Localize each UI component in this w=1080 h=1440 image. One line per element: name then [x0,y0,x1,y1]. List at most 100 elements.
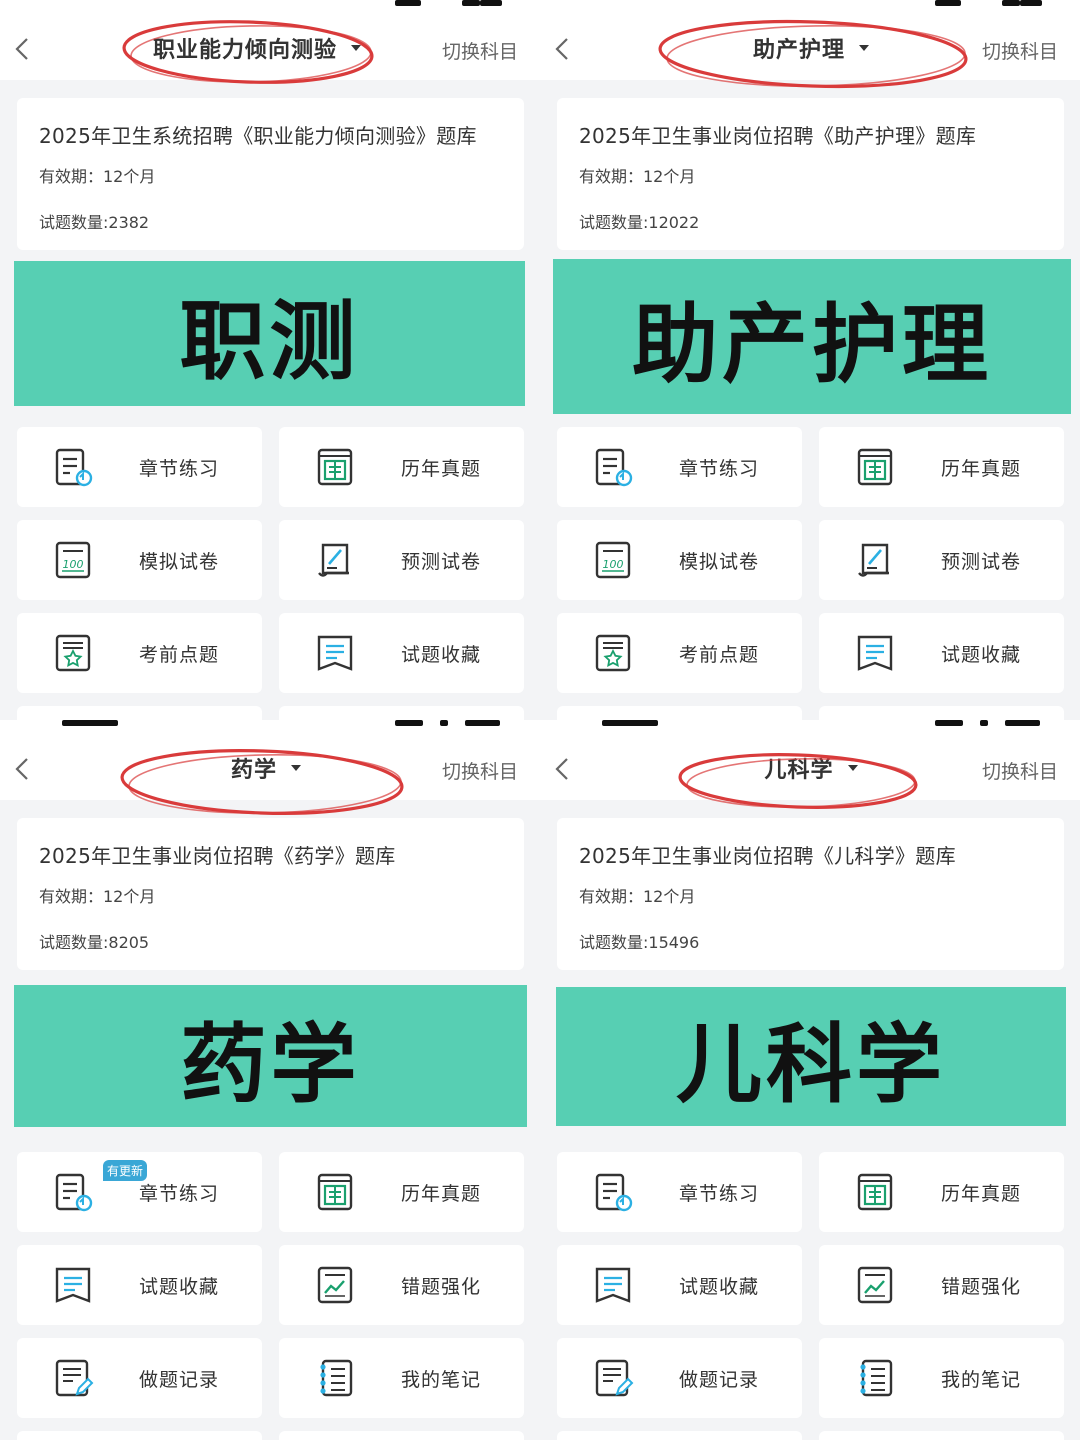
past-exam-icon [317,1173,353,1211]
question-bank-title: 2025年卫生事业岗位招聘《药学》题库 [39,844,396,868]
menu-item-wrong-question[interactable]: 错题强化 [819,1245,1064,1325]
chapter-practice-icon [55,448,93,487]
menu-item-chapter-practice[interactable]: 章节练习 [557,427,802,507]
status-bar-fragment [0,0,540,16]
subject-selector[interactable]: 助产护理 [651,16,971,80]
menu-item-cutoff [17,706,262,720]
validity-period: 有效期：12个月 [39,167,156,186]
nav-header: 药学 切换科目 [0,736,540,800]
bookmark-icon [55,1267,91,1303]
mock-paper-icon [55,541,91,579]
subject-title: 职业能力倾向测验 [152,38,337,63]
app-panel-1: 职业能力倾向测验 切换科目 2025年卫生系统招聘《职业能力倾向测验》题库 有效… [0,0,540,720]
menu-item-label: 试题收藏 [401,644,482,666]
menu-item-mock-paper[interactable]: 模拟试卷 [557,520,802,600]
wrong-question-icon [857,1266,893,1304]
switch-subject-button[interactable]: 切换科目 [442,37,518,64]
menu-item-cutoff [557,1431,802,1440]
menu-item-label: 我的笔记 [401,1369,482,1391]
subject-selector[interactable]: 儿科学 [651,736,971,800]
menu-item-bookmark[interactable]: 试题收藏 [279,613,524,693]
status-bar-glyph [480,0,502,6]
menu-item-notes[interactable]: 我的笔记 [819,1338,1064,1418]
question-bank-info-card[interactable]: 2025年卫生事业岗位招聘《助产护理》题库 有效期：12个月 试题数量:1202… [557,98,1064,250]
subject-title: 药学 [230,758,277,783]
menu-item-label: 章节练习 [679,1183,760,1205]
menu-item-past-exam[interactable]: 历年真题 [819,1152,1064,1232]
menu-item-pre-exam-tips[interactable]: 考前点题 [17,613,262,693]
status-bar-glyph [395,0,421,6]
subject-banner-text: 职测 [179,292,360,392]
caret-down-icon [351,45,361,51]
status-bar-fragment [0,720,540,736]
switch-subject-button[interactable]: 切换科目 [982,37,1058,64]
status-bar-glyph [462,0,480,6]
app-panel-4: 儿科学 切换科目 2025年卫生事业岗位招聘《儿科学》题库 有效期：12个月 试… [540,720,1080,1440]
question-count: 试题数量:2382 [39,213,150,232]
menu-item-chapter-practice[interactable]: 章节练习 [17,427,262,507]
caret-down-icon [859,45,869,51]
menu-item-past-exam[interactable]: 历年真题 [279,427,524,507]
menu-item-practice-record[interactable]: 做题记录 [557,1338,802,1418]
menu-item-label: 试题收藏 [139,1276,220,1298]
menu-item-prediction-paper[interactable]: 预测试卷 [279,520,524,600]
bookmark-icon [857,635,893,671]
menu-item-bookmark[interactable]: 试题收藏 [557,1245,802,1325]
back-arrow-icon[interactable] [550,756,576,782]
menu-item-label: 章节练习 [679,458,760,480]
notes-icon [319,1359,353,1397]
menu-item-past-exam[interactable]: 历年真题 [819,427,1064,507]
question-bank-info-card[interactable]: 2025年卫生事业岗位招聘《儿科学》题库 有效期：12个月 试题数量:15496 [557,818,1064,970]
menu-item-cutoff [557,706,802,720]
back-arrow-icon[interactable] [10,36,36,62]
menu-item-mock-paper[interactable]: 模拟试卷 [17,520,262,600]
status-bar-glyph [1002,0,1020,6]
practice-record-icon [55,1359,94,1397]
back-arrow-icon[interactable] [550,36,576,62]
prediction-paper-icon [317,543,351,577]
bookmark-icon [317,635,353,671]
menu-item-prediction-paper[interactable]: 预测试卷 [819,520,1064,600]
question-bank-info-card[interactable]: 2025年卫生系统招聘《职业能力倾向测验》题库 有效期：12个月 试题数量:23… [17,98,524,250]
menu-item-past-exam[interactable]: 历年真题 [279,1152,524,1232]
menu-item-chapter-practice[interactable]: 章节练习 [557,1152,802,1232]
past-exam-icon [317,448,353,486]
menu-item-cutoff [819,706,1064,720]
menu-item-cutoff [819,1431,1064,1440]
chapter-practice-icon [595,448,633,487]
nav-header: 职业能力倾向测验 切换科目 [0,16,540,80]
menu-item-label: 章节练习 [139,458,220,480]
subject-selector[interactable]: 职业能力倾向测验 [97,16,417,80]
wrong-question-icon [317,1266,353,1304]
menu-item-label: 预测试卷 [401,551,482,573]
menu-item-label: 模拟试卷 [139,551,220,573]
question-bank-info-card[interactable]: 2025年卫生事业岗位招聘《药学》题库 有效期：12个月 试题数量:8205 [17,818,524,970]
status-bar-glyph [62,720,118,726]
status-bar-glyph [1005,720,1040,726]
subject-selector[interactable]: 药学 [106,736,426,800]
menu-item-bookmark[interactable]: 试题收藏 [17,1245,262,1325]
menu-item-label: 错题强化 [941,1276,1022,1298]
switch-subject-button[interactable]: 切换科目 [442,757,518,784]
menu-item-bookmark[interactable]: 试题收藏 [819,613,1064,693]
switch-subject-button[interactable]: 切换科目 [982,757,1058,784]
subject-banner: 儿科学 [556,987,1066,1126]
pre-exam-tips-icon [55,634,91,672]
menu-item-label: 错题强化 [401,1276,482,1298]
subject-banner: 药学 [14,985,527,1127]
menu-item-label: 历年真题 [941,1183,1022,1205]
status-bar-glyph [935,0,961,6]
menu-item-chapter-practice[interactable]: 章节练习 有更新 [17,1152,262,1232]
back-arrow-icon[interactable] [10,756,36,782]
menu-item-pre-exam-tips[interactable]: 考前点题 [557,613,802,693]
menu-item-notes[interactable]: 我的笔记 [279,1338,524,1418]
menu-item-wrong-question[interactable]: 错题强化 [279,1245,524,1325]
menu-item-label: 试题收藏 [679,1276,760,1298]
status-bar-glyph [440,720,448,726]
menu-item-label: 历年真题 [401,458,482,480]
menu-item-practice-record[interactable]: 做题记录 [17,1338,262,1418]
chapter-practice-icon [595,1173,633,1212]
question-count: 试题数量:8205 [39,933,150,952]
question-bank-title: 2025年卫生系统招聘《职业能力倾向测验》题库 [39,124,477,148]
subject-title: 助产护理 [752,38,845,63]
